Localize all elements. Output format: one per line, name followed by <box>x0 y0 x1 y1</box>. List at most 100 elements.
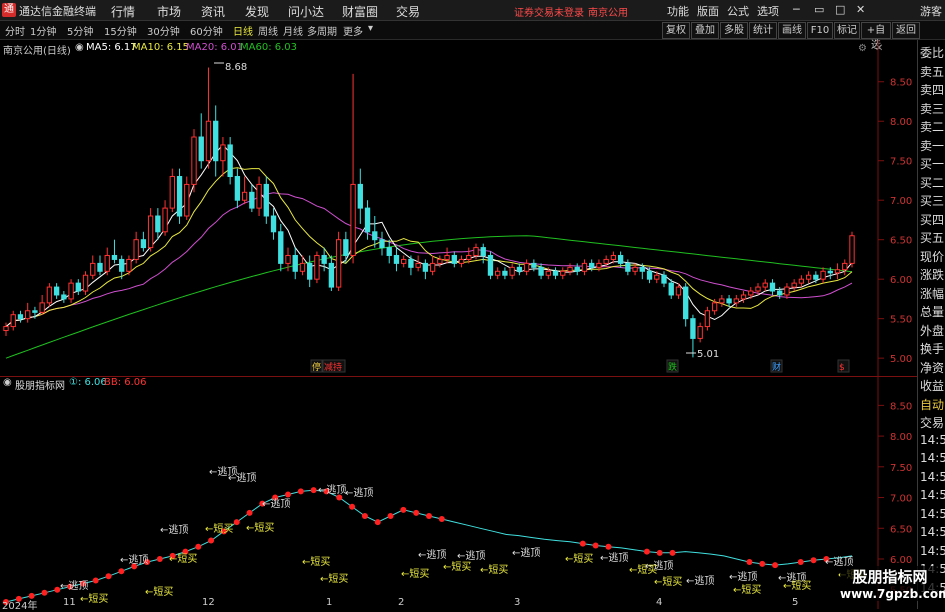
low-price-label: 5.01 <box>697 349 719 360</box>
minimize-icon[interactable]: ─ <box>793 3 800 16</box>
candle-body <box>169 176 175 209</box>
x-axis-label: 5 <box>792 597 799 608</box>
menu-formula[interactable]: 公式 <box>727 3 749 19</box>
tab-weekly[interactable]: 周线 <box>258 23 278 38</box>
indicator-title: 股朋指标网 <box>15 381 65 392</box>
tab-monthly[interactable]: 月线 <box>283 23 303 38</box>
candle-body <box>155 215 161 233</box>
candle-body <box>162 207 168 233</box>
signal-dot <box>156 555 163 562</box>
signal-dot <box>643 548 650 555</box>
escape-top-label: ←逃顶 <box>418 548 446 561</box>
sidebar-item: 14:56 <box>920 488 945 502</box>
guest-user[interactable]: 游客 <box>920 3 942 19</box>
candle-body <box>104 254 110 272</box>
tab-more[interactable]: 更多 <box>343 23 363 38</box>
short-buy-label: ←短买 <box>480 563 508 576</box>
candle-body <box>147 215 154 249</box>
sidebar-item: 买五 <box>920 231 945 245</box>
adjust-button[interactable]: 复权 <box>662 22 690 39</box>
maximize-icon[interactable]: □ <box>835 3 845 16</box>
indicator-settings-icon[interactable]: ◉ <box>3 377 12 388</box>
restore-icon[interactable]: ▭ <box>814 3 824 16</box>
mark-button[interactable]: 标记 <box>834 22 860 39</box>
add-watchlist-button[interactable]: +自选 <box>861 22 891 51</box>
escape-top-label: ←逃顶 <box>60 579 88 592</box>
x-axis-label: 3 <box>514 597 521 608</box>
candle-body <box>184 183 190 217</box>
signal-dot <box>41 589 48 596</box>
tab-30min[interactable]: 30分钟 <box>147 23 180 38</box>
menu-jiaoyi[interactable]: 交易 <box>396 3 420 20</box>
candle-body <box>466 254 472 260</box>
y-tick-label: 5.00 <box>890 354 912 365</box>
candle-body <box>668 282 674 296</box>
tab-1min[interactable]: 1分钟 <box>30 23 56 38</box>
candle-body <box>408 258 414 268</box>
candle-body <box>733 298 739 304</box>
candle-body <box>307 262 313 280</box>
tab-15min[interactable]: 15分钟 <box>104 23 137 38</box>
x-axis-label: 2024年 <box>2 601 38 612</box>
candle-body <box>683 286 689 320</box>
candle-body <box>798 278 805 284</box>
sidebar-item: 总量 <box>920 305 945 319</box>
menu-function[interactable]: 功能 <box>667 3 689 19</box>
tab-more-chevron-icon[interactable]: ▾ <box>368 23 373 34</box>
menu-faxian[interactable]: 发现 <box>245 3 269 20</box>
signal-dot <box>746 559 753 566</box>
y-tick-label: 8.00 <box>890 117 912 128</box>
indicator-value-bb: BB: 6.06 <box>104 377 147 388</box>
stock-name-warning[interactable]: 南京公用 <box>588 4 628 19</box>
menu-caifuquan[interactable]: 财富圈 <box>342 3 378 20</box>
signal-dot <box>310 487 317 494</box>
menu-wenxiaoda[interactable]: 问小达 <box>288 3 324 20</box>
signal-dot <box>105 573 112 580</box>
tab-daily[interactable]: 日线 <box>233 23 253 38</box>
candle-body <box>299 262 306 272</box>
candle-body <box>364 207 371 233</box>
signal-dot <box>233 519 240 526</box>
menu-hangqing[interactable]: 行情 <box>111 3 135 20</box>
candle-body <box>719 298 725 304</box>
stats-button[interactable]: 统计 <box>749 22 777 39</box>
trade-login-warning[interactable]: 证券交易未登录 <box>514 4 584 19</box>
tab-60min[interactable]: 60分钟 <box>190 23 223 38</box>
short-buy-label: ←短买 <box>145 585 173 598</box>
back-button[interactable]: 返回 <box>892 22 920 39</box>
app-logo-icon: 通 <box>2 3 16 17</box>
signal-dot <box>605 543 612 550</box>
short-buy-label: ←短买 <box>629 563 657 576</box>
candle-body <box>437 258 443 264</box>
close-icon[interactable]: ✕ <box>856 3 865 16</box>
f10-button[interactable]: F10 <box>807 22 833 39</box>
menu-shichang[interactable]: 市场 <box>157 3 181 20</box>
x-axis-label: 4 <box>656 597 663 608</box>
escape-top-label: ←逃顶 <box>512 546 540 559</box>
y-tick-label: 5.50 <box>890 315 912 326</box>
candle-body <box>639 266 645 272</box>
signal-dot <box>438 516 445 523</box>
tab-5min[interactable]: 5分钟 <box>67 23 93 38</box>
short-buy-label: ←短买 <box>80 592 108 605</box>
y-tick-label: 7.50 <box>890 157 912 168</box>
sidebar-item: 卖三 <box>920 101 945 116</box>
tab-intraday[interactable]: 分时 <box>5 23 25 38</box>
menu-layout[interactable]: 版面 <box>697 3 719 19</box>
draw-line-button[interactable]: 画线 <box>778 22 806 39</box>
menu-options[interactable]: 选项 <box>757 3 779 19</box>
menu-zixun[interactable]: 资讯 <box>201 3 225 20</box>
indicator-value-1: ①: 6.06 <box>69 377 107 388</box>
overlay-button[interactable]: 叠加 <box>691 22 719 39</box>
candle-body <box>241 191 248 201</box>
indicator-line <box>5 489 853 603</box>
candle-body <box>372 231 378 241</box>
escape-top-label: ←逃顶 <box>345 486 373 499</box>
multi-stock-button[interactable]: 多股 <box>720 22 748 39</box>
high-price-label: 8.68 <box>225 62 247 73</box>
candle-body <box>256 183 262 209</box>
tab-multi-period[interactable]: 多周期 <box>307 23 337 38</box>
candle-body <box>386 247 392 256</box>
candle-body <box>589 262 595 268</box>
chart-area[interactable]: 南京公用(日线) ◉ MA5: 6.17 MA10: 6.15 MA20: 6.… <box>0 40 917 609</box>
